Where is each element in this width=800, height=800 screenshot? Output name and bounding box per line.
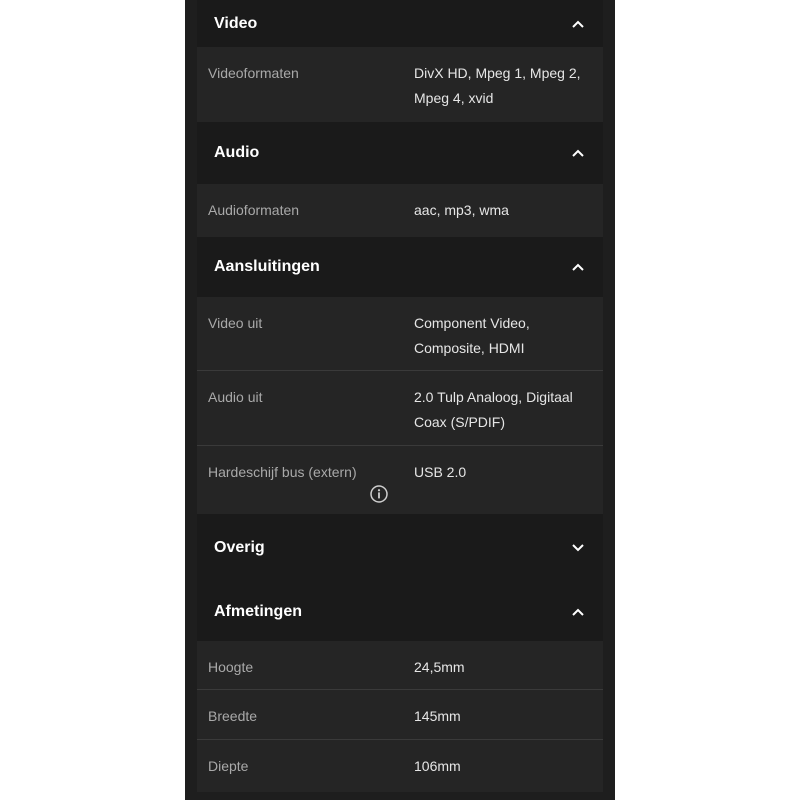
spec-row-video-uit: Video uit Component Video, Composite, HD… [197, 297, 603, 371]
spec-label: Videoformaten [208, 65, 299, 81]
spec-value: USB 2.0 [414, 464, 467, 480]
spec-row-audioformaten: Audioformaten aac, mp3, wma [197, 184, 603, 237]
spec-label: Hardeschijf bus (extern) [208, 464, 357, 480]
spec-row-audio-uit: Audio uit 2.0 Tulp Analoog, Digitaal Coa… [197, 371, 603, 446]
spec-value: aac, mp3, wma [414, 202, 509, 218]
section-title-aansluitingen: Aansluitingen [214, 258, 320, 275]
spec-label: Hoogte [208, 659, 254, 675]
spec-row-breedte: Breedte 145mm [197, 690, 603, 740]
section-header-audio[interactable]: Audio [197, 122, 603, 184]
info-icon[interactable] [370, 485, 388, 503]
section-header-aansluitingen[interactable]: Aansluitingen [197, 237, 603, 297]
spec-label: Audioformaten [208, 202, 300, 218]
spec-label: Audio uit [208, 389, 263, 405]
specifications-panel: Video Videoformaten DivX HD, Mpeg 1, Mpe… [185, 0, 615, 800]
spec-value: 2.0 Tulp Analoog, Digitaal Coax (S/PDIF) [414, 389, 573, 430]
section-header-afmetingen[interactable]: Afmetingen [197, 582, 603, 641]
section-title-video: Video [214, 14, 258, 32]
spec-value: 106mm [414, 758, 461, 774]
section-title-overig: Overig [214, 539, 265, 556]
chevron-up-icon[interactable] [571, 146, 585, 160]
chevron-up-icon[interactable] [571, 605, 585, 619]
spec-label: Video uit [208, 315, 263, 331]
section-title-audio: Audio [214, 144, 260, 161]
spec-value: DivX HD, Mpeg 1, Mpeg 2, Mpeg 4, xvid [414, 65, 581, 106]
spec-value: 145mm [414, 708, 461, 724]
spec-value: 24,5mm [414, 659, 465, 675]
section-title-afmetingen: Afmetingen [214, 602, 302, 620]
chevron-up-icon[interactable] [571, 260, 585, 274]
chevron-up-icon[interactable] [571, 17, 585, 31]
spec-label: Breedte [208, 708, 258, 724]
spec-row-hoogte: Hoogte 24,5mm [197, 641, 603, 690]
chevron-down-icon[interactable] [571, 541, 585, 555]
section-header-overig[interactable]: Overig [197, 514, 603, 582]
spec-value: Component Video, Composite, HDMI [414, 315, 530, 356]
section-header-video[interactable]: Video [197, 0, 603, 47]
spec-label: Diepte [208, 758, 249, 774]
spec-row-videoformaten: Videoformaten DivX HD, Mpeg 1, Mpeg 2, M… [197, 47, 603, 122]
spec-row-hardeschijf-bus: Hardeschijf bus (extern) USB 2.0 [197, 446, 603, 514]
spec-row-diepte: Diepte 106mm [197, 740, 603, 792]
